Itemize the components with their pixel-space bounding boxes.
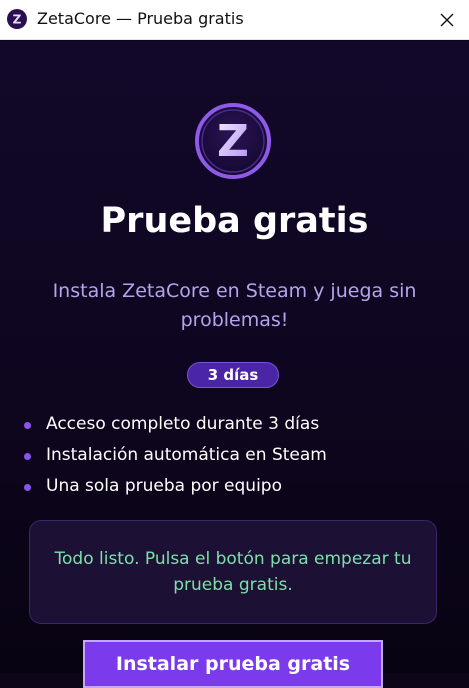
svg-text:Z: Z xyxy=(13,13,22,27)
close-icon xyxy=(440,13,454,27)
zetacore-logo-icon: Z xyxy=(195,103,271,179)
list-item: Una sola prueba por equipo xyxy=(22,470,442,501)
feature-text: Instalación automática en Steam xyxy=(46,444,327,465)
status-panel: Todo listo. Pulsa el botón para empezar … xyxy=(29,520,437,624)
bullet-icon xyxy=(24,422,31,429)
feature-list: Acceso completo durante 3 días Instalaci… xyxy=(22,408,442,501)
window-title: ZetaCore — Prueba gratis xyxy=(37,9,244,28)
main-content: Z Prueba gratis Instala ZetaCore en Stea… xyxy=(0,41,469,688)
title-bar: Z ZetaCore — Prueba gratis xyxy=(0,0,469,40)
bullet-icon xyxy=(24,453,31,460)
feature-text: Acceso completo durante 3 días xyxy=(46,413,320,434)
close-button[interactable] xyxy=(431,4,463,36)
install-trial-button[interactable]: Instalar prueba gratis xyxy=(83,640,383,688)
feature-text: Una sola prueba por equipo xyxy=(46,475,282,496)
list-item: Acceso completo durante 3 días xyxy=(22,408,442,439)
trial-duration-badge: 3 días xyxy=(187,362,279,388)
subtitle: Instala ZetaCore en Steam y juega sin pr… xyxy=(52,280,417,331)
status-message: Todo listo. Pulsa el botón para empezar … xyxy=(54,549,412,595)
bullet-icon xyxy=(24,484,31,491)
page-title: Prueba gratis xyxy=(100,201,369,241)
zetacore-logo-icon: Z xyxy=(7,9,27,29)
list-item: Instalación automática en Steam xyxy=(22,439,442,470)
svg-text:Z: Z xyxy=(217,116,249,167)
